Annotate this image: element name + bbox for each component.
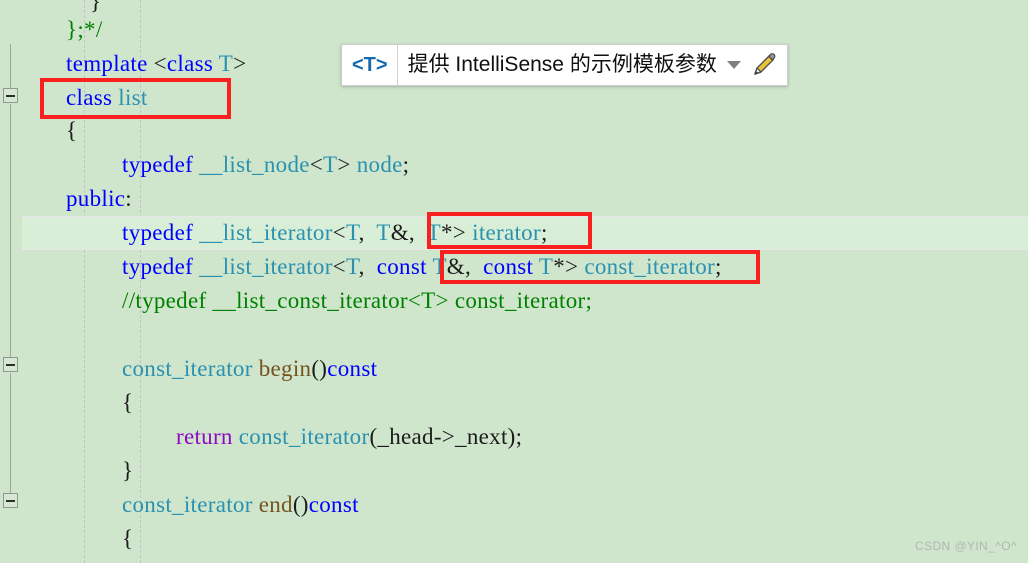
template-param-description: 提供 IntelliSense 的示例模板参数 — [407, 53, 717, 76]
pencil-icon[interactable] — [750, 51, 778, 79]
code-token: T — [323, 152, 338, 177]
code-token: T — [218, 51, 234, 76]
code-token: //typedef __list_const_iterator<T> const… — [122, 288, 593, 313]
line-begin-return[interactable]: return const_iterator(_head->_next); — [176, 423, 522, 451]
code-token: end — [258, 492, 293, 517]
code-token: typedef — [122, 220, 200, 245]
code-token: > — [233, 51, 247, 76]
line-class-list[interactable]: class list — [66, 84, 148, 112]
code-token: template — [66, 51, 154, 76]
code-token: &, — [390, 220, 427, 245]
chevron-down-icon[interactable] — [726, 61, 741, 69]
line-typedef-iterator[interactable]: typedef __list_iterator<T, T&, T*> itera… — [122, 219, 548, 247]
intellisense-template-tooltip[interactable]: <T> 提供 IntelliSense 的示例模板参数 — [341, 44, 788, 86]
code-token: const — [376, 254, 433, 279]
code-token: ; — [402, 152, 410, 177]
code-token: ; — [714, 254, 722, 279]
line-begin-decl[interactable]: const_iterator begin()const — [122, 355, 377, 383]
code-token: const_iterator — [122, 492, 259, 517]
line-open-brace-class[interactable]: { — [66, 117, 77, 145]
code-token: T — [345, 220, 359, 245]
code-token: &, — [446, 254, 484, 279]
csdn-watermark: CSDN @YIN_^O^ — [915, 539, 1017, 553]
code-token: { — [122, 390, 134, 415]
code-token: class — [66, 85, 119, 110]
code-token: typedef — [122, 254, 200, 279]
line-partial-top[interactable]: } — [90, 0, 101, 16]
code-token: } — [90, 0, 102, 14]
code-token: __list_node — [199, 152, 310, 177]
code-token: node — [356, 152, 403, 177]
code-token: const — [483, 254, 539, 279]
code-token: , — [358, 254, 377, 279]
code-token: const_iterator — [238, 424, 370, 449]
code-token: *> — [553, 254, 585, 279]
code-token: begin — [258, 356, 312, 381]
code-token: () — [292, 492, 309, 517]
code-token: () — [311, 356, 328, 381]
template-param-tag: <T> — [352, 54, 388, 76]
code-token: typedef — [122, 152, 200, 177]
code-token: public — [66, 186, 126, 211]
code-editor-surface[interactable]: }};*/template <class T> class list{typede… — [0, 0, 1028, 563]
code-token: __list_iterator — [199, 220, 333, 245]
code-token: < — [309, 152, 324, 177]
code-token: { — [122, 526, 134, 551]
line-close-comment[interactable]: };*/ — [66, 16, 103, 44]
code-token: const_iterator — [584, 254, 715, 279]
line-comment-typedef[interactable]: //typedef __list_const_iterator<T> const… — [122, 287, 592, 315]
code-token: < — [332, 220, 346, 245]
line-template[interactable]: template <class T> — [66, 50, 246, 78]
code-token: class — [166, 51, 219, 76]
code-token: const — [308, 492, 359, 517]
code-token: };*/ — [66, 17, 103, 42]
line-public[interactable]: public: — [66, 185, 132, 213]
code-token: { — [66, 118, 78, 143]
line-typedef-const-iterator[interactable]: typedef __list_iterator<T, const T&, con… — [122, 253, 722, 281]
code-token: T — [426, 220, 441, 245]
line-end-decl[interactable]: const_iterator end()const — [122, 491, 359, 519]
line-begin-close[interactable]: } — [122, 457, 133, 485]
code-token: T — [538, 254, 554, 279]
code-token: , — [358, 220, 377, 245]
code-token: *> — [441, 220, 473, 245]
line-begin-open[interactable]: { — [122, 389, 133, 417]
code-token: const — [327, 356, 378, 381]
code-token: return — [176, 424, 239, 449]
line-typedef-node[interactable]: typedef __list_node<T> node; — [122, 151, 409, 179]
code-token: ; — [540, 220, 548, 245]
code-token: T — [345, 254, 359, 279]
code-token: T — [376, 220, 391, 245]
code-token: list — [118, 85, 148, 110]
code-token: T — [432, 254, 447, 279]
code-token: __list_iterator — [199, 254, 333, 279]
code-token: const_iterator — [122, 356, 259, 381]
code-token: : — [125, 186, 132, 211]
code-token: (_head->_next); — [369, 424, 523, 449]
code-token: > — [337, 152, 357, 177]
code-token: < — [332, 254, 346, 279]
code-token: } — [122, 458, 134, 483]
line-end-open[interactable]: { — [122, 525, 133, 553]
code-token: iterator — [472, 220, 541, 245]
code-token: < — [153, 51, 167, 76]
